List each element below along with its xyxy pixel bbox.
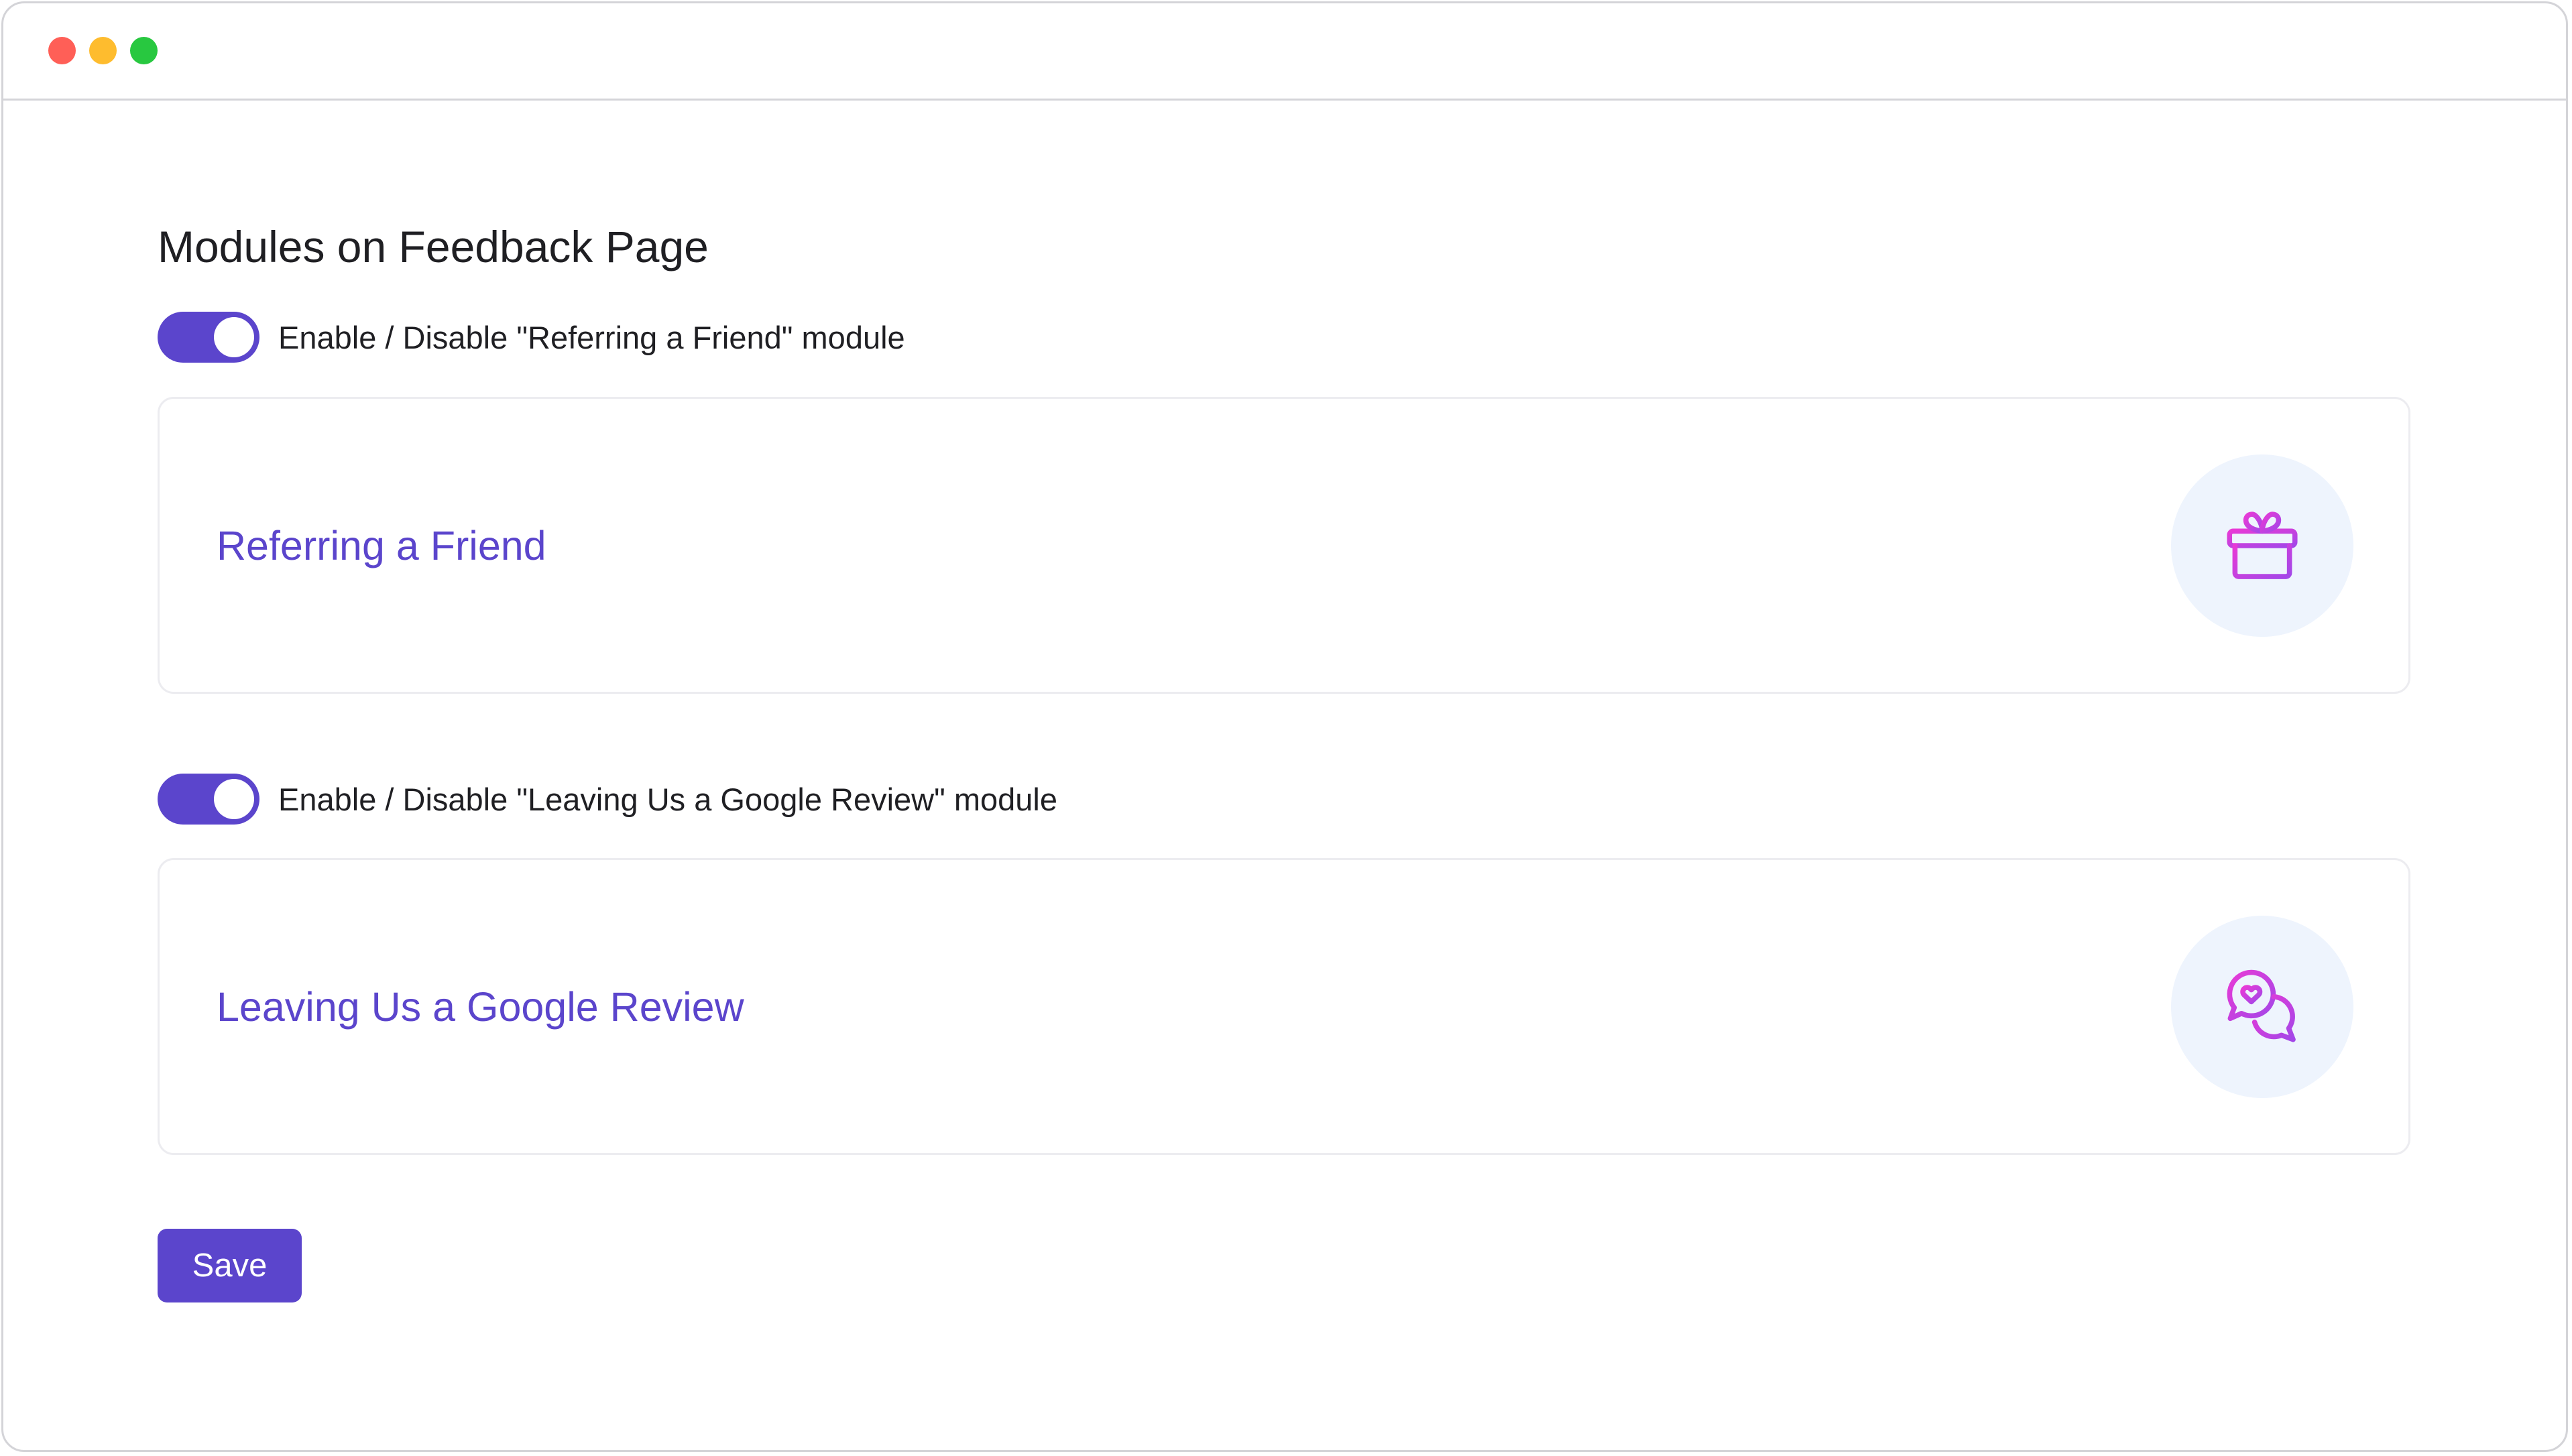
referral-module-toggle-row: Enable / Disable "Referring a Friend" mo… bbox=[158, 310, 905, 364]
review-module-card: Leaving Us a Google Review bbox=[158, 858, 2410, 1155]
review-module-toggle-row: Enable / Disable "Leaving Us a Google Re… bbox=[158, 772, 1057, 826]
referral-module-toggle-label: Enable / Disable "Referring a Friend" mo… bbox=[278, 319, 905, 355]
settings-content: Modules on Feedback Page Enable / Disabl… bbox=[158, 101, 2566, 1450]
referral-card-title: Referring a Friend bbox=[217, 522, 546, 568]
referral-module-card: Referring a Friend bbox=[158, 397, 2410, 694]
window-titlebar bbox=[3, 3, 2566, 101]
app-window: Modules on Feedback Page Enable / Disabl… bbox=[1, 1, 2568, 1452]
gift-icon bbox=[2227, 511, 2298, 579]
review-module-toggle-label: Enable / Disable "Leaving Us a Google Re… bbox=[278, 781, 1058, 817]
toggle-knob bbox=[214, 317, 254, 357]
minimize-window-button[interactable] bbox=[89, 37, 117, 64]
toggle-knob bbox=[214, 779, 254, 819]
maximize-window-button[interactable] bbox=[130, 37, 158, 64]
referral-icon-badge bbox=[2171, 454, 2353, 637]
chat-heart-icon bbox=[2227, 969, 2296, 1042]
review-icon-badge bbox=[2171, 915, 2353, 1098]
referral-module-toggle[interactable] bbox=[158, 312, 259, 363]
save-button[interactable]: Save bbox=[158, 1229, 302, 1302]
page-title: Modules on Feedback Page bbox=[158, 222, 709, 271]
review-module-toggle[interactable] bbox=[158, 774, 259, 825]
review-card-title: Leaving Us a Google Review bbox=[217, 983, 744, 1030]
close-window-button[interactable] bbox=[48, 37, 76, 64]
